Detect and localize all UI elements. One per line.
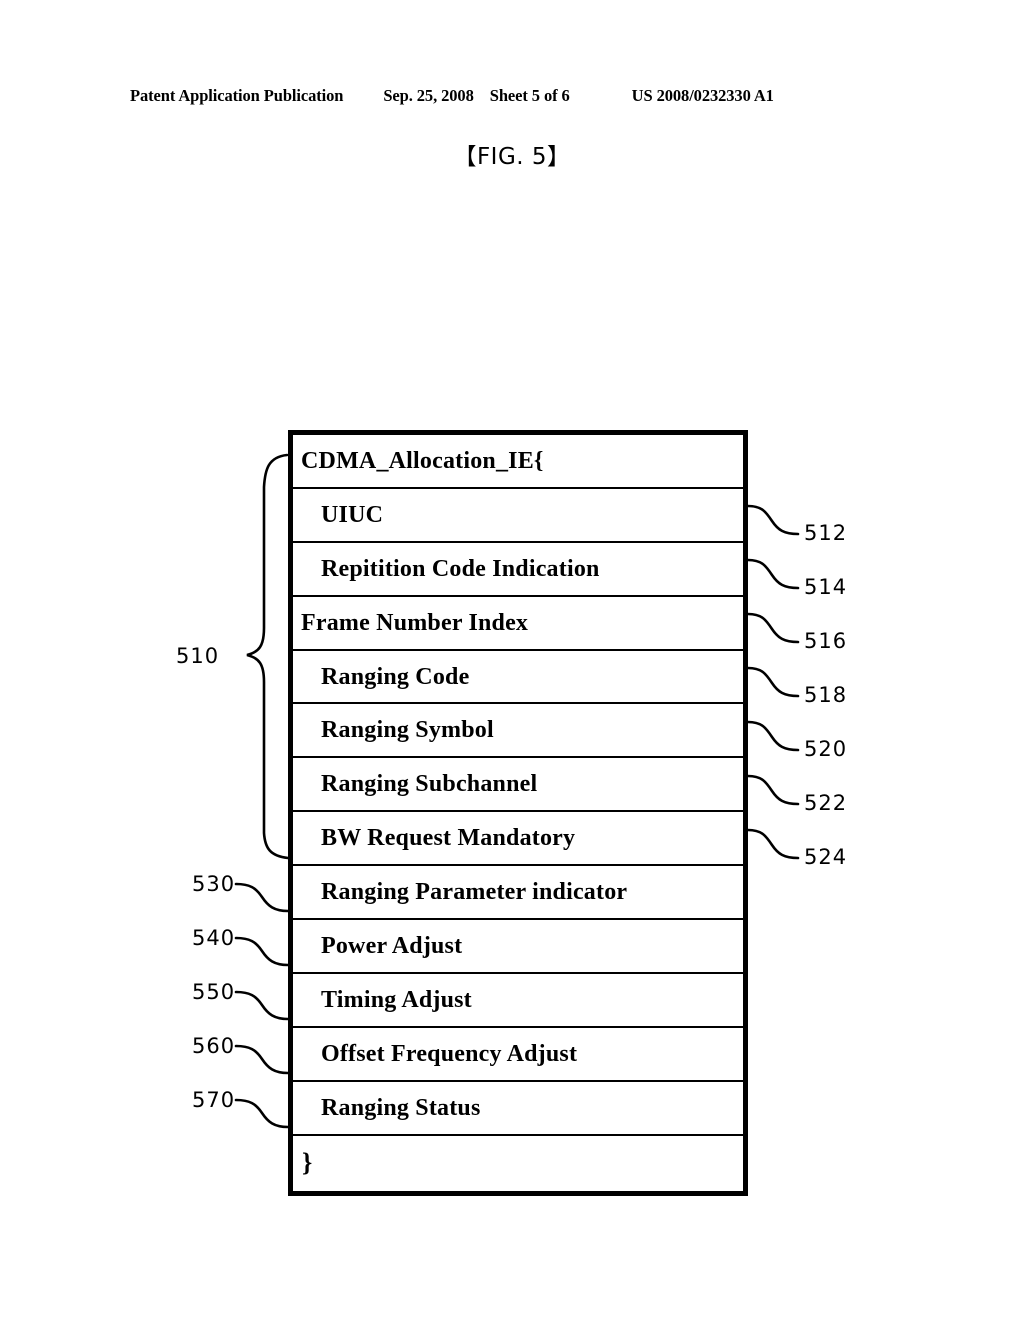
- leader-530: [234, 882, 290, 913]
- ie-row: Repitition Code Indication: [293, 542, 743, 597]
- ie-row-label: Ranging Status: [321, 1094, 481, 1121]
- ie-row-label: BW Request Mandatory: [321, 825, 576, 852]
- ref-numeral-550: 550: [192, 980, 236, 1004]
- ref-numeral-514: 514: [804, 575, 848, 599]
- header-sheet-label: Sheet 5 of 6: [489, 86, 570, 105]
- ie-row: CDMA_Allocation_IE{: [293, 435, 743, 489]
- leader-518: [746, 666, 800, 698]
- ie-row: Timing Adjust: [293, 973, 743, 1028]
- leader-520: [746, 720, 800, 752]
- ref-numeral-518: 518: [804, 683, 848, 707]
- ie-row-label: Power Adjust: [321, 932, 463, 959]
- ie-row-label: UIUC: [321, 501, 384, 528]
- ref-numeral-560: 560: [192, 1034, 236, 1058]
- figure-title: 【FIG. 5】: [453, 144, 571, 170]
- brace-510: [246, 453, 290, 860]
- ref-numeral-522: 522: [804, 791, 848, 815]
- ie-row-label: Ranging Code: [321, 663, 470, 690]
- ie-row: Ranging Parameter indicator: [293, 866, 743, 921]
- leader-514: [746, 558, 800, 590]
- leader-524: [746, 828, 800, 860]
- ie-row: Ranging Symbol: [293, 704, 743, 759]
- ie-row: Ranging Code: [293, 650, 743, 705]
- ie-row-label: Timing Adjust: [321, 986, 472, 1013]
- ie-row-label: CDMA_Allocation_IE{: [301, 447, 544, 474]
- ref-numeral-530: 530: [192, 872, 236, 896]
- ref-numeral-516: 516: [804, 629, 848, 653]
- cdma-allocation-ie-box: CDMA_Allocation_IE{ UIUC Repitition Code I…: [288, 430, 748, 1196]
- ie-row-label: Ranging Symbol: [321, 717, 494, 744]
- header-patent-number: US 2008/0232330 A1: [631, 86, 774, 105]
- leader-516: [746, 612, 800, 644]
- ie-row: }: [293, 1135, 743, 1190]
- ref-numeral-512: 512: [804, 521, 848, 545]
- ref-numeral-510: 510: [176, 644, 220, 668]
- header-date-label: Sep. 25, 2008: [383, 86, 474, 105]
- leader-560: [234, 1044, 290, 1075]
- leader-512: [746, 504, 800, 536]
- ie-row: UIUC: [293, 488, 743, 543]
- ref-numeral-570: 570: [192, 1088, 236, 1112]
- ref-numeral-524: 524: [804, 845, 848, 869]
- leader-550: [234, 990, 290, 1021]
- patent-running-header: Patent Application Publication Sep. 25, …: [130, 86, 894, 110]
- leader-522: [746, 774, 800, 806]
- ie-row: Power Adjust: [293, 920, 743, 974]
- ie-row: BW Request Mandatory: [293, 812, 743, 867]
- ref-numeral-540: 540: [192, 926, 236, 950]
- ref-numeral-520: 520: [804, 737, 848, 761]
- ie-row: Offset Frequency Adjust: [293, 1027, 743, 1082]
- header-publication-label: Patent Application Publication: [130, 86, 344, 105]
- ie-row: Ranging Status: [293, 1081, 743, 1136]
- ie-row-label: Ranging Parameter indicator: [321, 879, 628, 906]
- ie-row: Frame Number Index: [293, 596, 743, 651]
- ie-row-label: Repitition Code Indication: [321, 555, 600, 582]
- ie-row-label: }: [302, 1147, 313, 1177]
- ie-row-label: Offset Frequency Adjust: [321, 1040, 578, 1067]
- ie-row: Ranging Subchannel: [293, 758, 743, 813]
- leader-570: [234, 1098, 290, 1129]
- ie-row-label: Ranging Subchannel: [321, 771, 538, 798]
- ie-row-label: Frame Number Index: [301, 609, 529, 636]
- leader-540: [234, 936, 290, 967]
